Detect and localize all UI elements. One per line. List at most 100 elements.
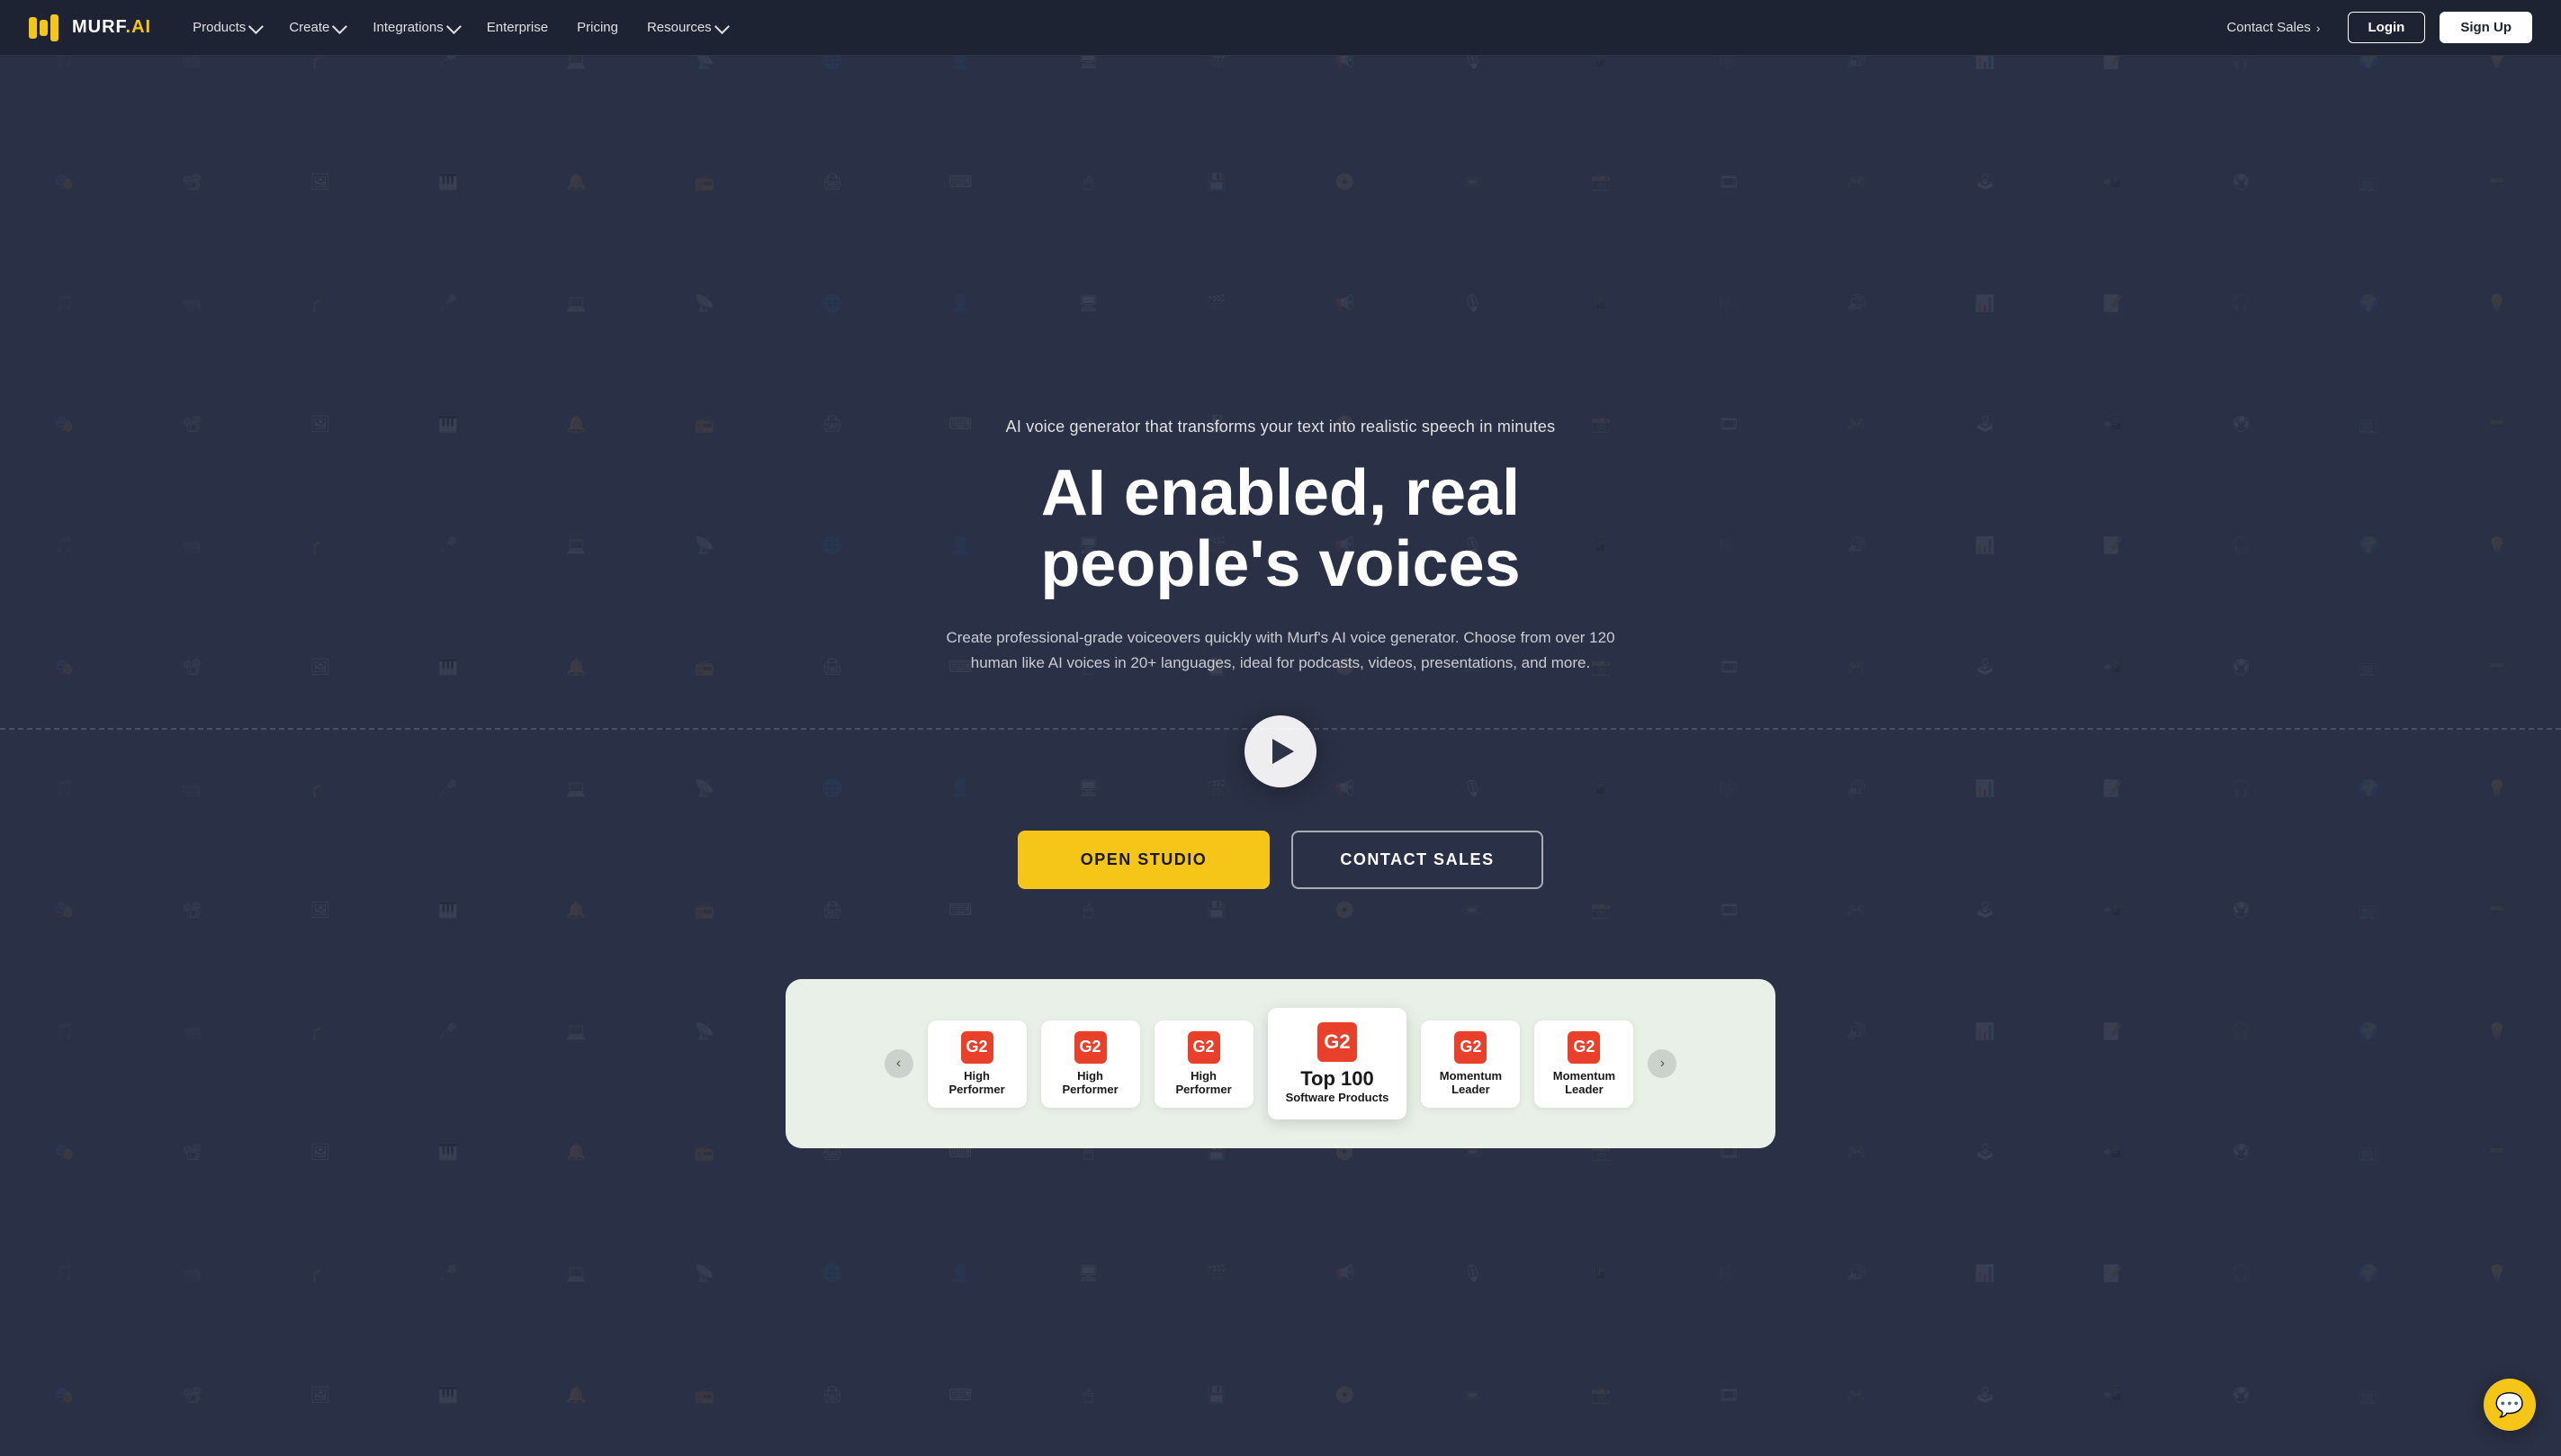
g2-logo-6: G2 [1568, 1031, 1600, 1064]
navbar-right: Contact Sales › Login Sign Up [2214, 12, 2532, 43]
products-chevron-icon [248, 19, 264, 34]
bg-icon-cell: 🎙 [1408, 243, 1536, 364]
bg-icon-cell: 📽 [128, 1335, 256, 1456]
bg-icon-cell: 🌍 [2305, 1213, 2432, 1335]
award-title-5: MomentumLeader [1435, 1069, 1505, 1097]
bg-icon-cell: 💻 [512, 485, 640, 607]
bg-icon-cell: 📟 [2433, 607, 2561, 728]
nav-integrations[interactable]: Integrations [360, 13, 470, 42]
bg-icon-cell: 📸 [1537, 1335, 1665, 1456]
bg-icon-cell: 🔔 [512, 607, 640, 728]
bg-icon-cell: 📹 [128, 728, 256, 849]
award-badge-3: G2 HighPerformer [1155, 1020, 1254, 1108]
award-title-featured-top: Top 100 [1286, 1067, 1389, 1091]
bg-icon-cell: 📱 [1537, 243, 1665, 364]
bg-icon-cell: 🖱 [1024, 121, 1152, 243]
bg-icon-cell: 📺 [2305, 364, 2432, 485]
bg-icon-cell: 📢 [1280, 1213, 1408, 1335]
awards-prev-button[interactable]: ‹ [885, 1049, 913, 1078]
bg-icon-cell: 📼 [1408, 1335, 1536, 1456]
nav-pricing[interactable]: Pricing [564, 13, 631, 42]
bg-icon-cell: 🎧 [2177, 1213, 2305, 1335]
nav-contact-sales-label: Contact Sales [2226, 20, 2310, 35]
nav-products[interactable]: Products [180, 13, 273, 42]
bg-icon-cell: 💾 [1153, 121, 1280, 243]
bg-icon-cell: 🎮 [1793, 607, 1920, 728]
nav-enterprise[interactable]: Enterprise [474, 13, 561, 42]
logo-bar-1 [29, 17, 37, 39]
bg-icon-cell: 🎤 [384, 728, 512, 849]
nav-create[interactable]: Create [276, 13, 356, 42]
bg-icon-cell: 🖲 [2177, 364, 2305, 485]
bg-icon-cell: 🎧 [2177, 243, 2305, 364]
bg-icon-cell: 👤 [896, 243, 1024, 364]
bg-icon-cell: 🎬 [1153, 1213, 1280, 1335]
bg-icon-cell: 🖥 [1024, 243, 1152, 364]
bg-icon-cell: 🔔 [512, 121, 640, 243]
award-badge-1: G2 HighPerformer [928, 1020, 1027, 1108]
bg-icon-cell: 📺 [2305, 607, 2432, 728]
login-button[interactable]: Login [2348, 12, 2426, 43]
bg-icon-cell: 📊 [1921, 485, 2049, 607]
chat-button[interactable]: 💬 [2484, 1379, 2536, 1431]
bg-icon-cell: 🎵 [0, 728, 128, 849]
bg-icon-cell: 📝 [2049, 728, 2177, 849]
bg-icon-cell: 📺 [2305, 1335, 2432, 1456]
bg-icon-cell: 📽 [128, 364, 256, 485]
bg-icon-cell: 📡 [641, 1213, 768, 1335]
bg-icon-cell: 🌍 [2305, 243, 2432, 364]
bg-icon-cell: 🎙 [1408, 1213, 1536, 1335]
nav-pricing-label: Pricing [577, 20, 618, 35]
bg-icon-cell: 💻 [512, 243, 640, 364]
award-title-2: HighPerformer [1056, 1069, 1126, 1097]
bg-icon-cell: 🖼 [256, 607, 384, 728]
bg-icon-cell: 📻 [641, 849, 768, 971]
bg-icon-cell: 🌍 [2305, 485, 2432, 607]
bg-icon-cell: 🎞 [1665, 121, 1793, 243]
bg-icon-cell: 🎹 [384, 364, 512, 485]
hero-description: Create professional-grade voiceovers qui… [930, 625, 1631, 676]
contact-sales-button[interactable]: CONTACT SALES [1291, 831, 1543, 889]
bg-icon-cell: 🌐 [768, 1213, 896, 1335]
bg-icon-cell: 🖨 [768, 121, 896, 243]
bg-icon-cell: 🎼 [1665, 243, 1793, 364]
bg-icon-cell: 🎭 [0, 364, 128, 485]
bg-icon-cell: 🎮 [1793, 849, 1920, 971]
bg-icon-cell: 📽 [128, 121, 256, 243]
bg-icon-cell: 🖼 [256, 1335, 384, 1456]
bg-icon-cell: 🖼 [256, 849, 384, 971]
nav-resources[interactable]: Resources [634, 13, 739, 42]
bg-icon-cell: 🎤 [384, 243, 512, 364]
bg-icon-cell: 📻 [641, 607, 768, 728]
bg-icon-cell: 🔊 [1793, 243, 1920, 364]
awards-next-button[interactable]: › [1648, 1049, 1676, 1078]
bg-icon-cell: 💾 [1153, 1335, 1280, 1456]
awards-section: ‹ G2 HighPerformer G2 HighPerformer G2 H… [0, 979, 2561, 1148]
bg-icon-cell: 🔔 [512, 1335, 640, 1456]
cta-buttons: OPEN STUDIO CONTACT SALES [904, 831, 1657, 889]
nav-integrations-label: Integrations [373, 20, 443, 35]
logo-icon [29, 11, 63, 45]
award-title-3: HighPerformer [1169, 1069, 1239, 1097]
bg-icon-cell: 📽 [128, 849, 256, 971]
bg-icon-cell: 💡 [2433, 1213, 2561, 1335]
logo[interactable]: MURF.AI [29, 11, 151, 45]
bg-icon-cell: 🎵 [0, 243, 128, 364]
g2-logo-3: G2 [1188, 1031, 1220, 1064]
bg-icon-cell: 📝 [2049, 243, 2177, 364]
bg-icon-cell: 🖼 [256, 121, 384, 243]
bg-icon-cell: 📀 [1280, 121, 1408, 243]
navbar: MURF.AI Products Create Integrations Ent… [0, 0, 2561, 56]
bg-icon-cell: 🎹 [384, 849, 512, 971]
g2-logo-2: G2 [1074, 1031, 1107, 1064]
bg-icon-cell: 🔔 [512, 849, 640, 971]
play-button[interactable] [1245, 715, 1316, 787]
bg-icon-cell: 🕹 [1921, 849, 2049, 971]
play-triangle-icon [1272, 739, 1294, 764]
bg-icon-cell: 🎮 [1793, 364, 1920, 485]
g2-logo-featured: G2 [1317, 1022, 1357, 1062]
nav-contact-sales[interactable]: Contact Sales › [2214, 13, 2332, 42]
hero-subtitle: AI voice generator that transforms your … [904, 418, 1657, 436]
open-studio-button[interactable]: OPEN STUDIO [1018, 831, 1270, 889]
signup-button[interactable]: Sign Up [2440, 12, 2532, 43]
